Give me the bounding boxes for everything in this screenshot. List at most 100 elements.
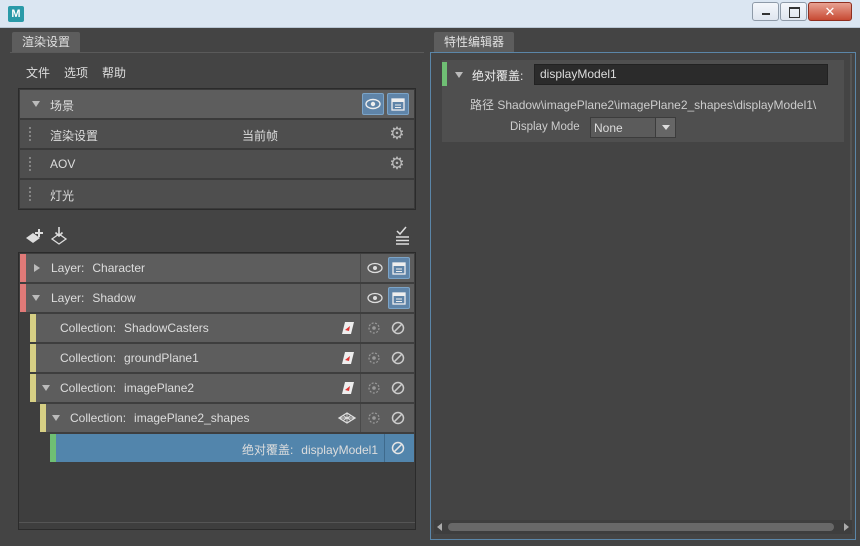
tree-row-collection-shadowcasters[interactable]: Collection: ShadowCasters bbox=[30, 314, 414, 342]
enable-toggle-icon[interactable] bbox=[387, 317, 409, 339]
lights-row[interactable]: 灯光 bbox=[20, 180, 414, 208]
menu-file[interactable]: 文件 bbox=[26, 64, 50, 81]
render-settings-label: 渲染设置 bbox=[50, 129, 99, 143]
horizontal-scrollbar[interactable] bbox=[434, 520, 852, 534]
collection-color-bar bbox=[30, 344, 36, 372]
menu-options[interactable]: 选项 bbox=[64, 64, 88, 81]
collapse-arrow-icon[interactable] bbox=[32, 295, 40, 301]
enable-toggle-icon[interactable] bbox=[387, 377, 409, 399]
separator bbox=[360, 314, 361, 342]
render-settings-row[interactable]: 渲染设置 当前帧 ⚙ bbox=[20, 120, 414, 148]
current-frame-label: 当前帧 bbox=[242, 129, 279, 143]
menu-bar: 文件 选项 帮助 bbox=[26, 64, 126, 81]
scene-label: 场景 bbox=[50, 99, 75, 113]
override-color-bar bbox=[50, 434, 56, 462]
collapse-arrow-icon[interactable] bbox=[455, 72, 463, 78]
tree-label: Collection: imagePlane2 bbox=[60, 381, 195, 395]
path-label: 路径 bbox=[470, 98, 495, 112]
scroll-left-icon[interactable] bbox=[437, 523, 442, 531]
tab-render-setup[interactable]: 渲染设置 bbox=[12, 32, 81, 52]
enable-toggle-icon[interactable] bbox=[387, 347, 409, 369]
scene-row[interactable]: 场景 bbox=[20, 90, 414, 118]
render-setup-panel: 渲染设置 文件 选项 帮助 场景 渲染设置 当前帧 ⚙ AOV ⚙ 灯光 Lay… bbox=[10, 30, 424, 538]
collection-color-bar bbox=[30, 314, 36, 342]
render-layer-tree: Layer: Character Layer: Shadow Collectio… bbox=[18, 252, 416, 530]
tree-row-layer-character[interactable]: Layer: Character bbox=[20, 254, 414, 282]
visibility-eye-icon[interactable] bbox=[364, 257, 386, 279]
drag-grip-icon[interactable] bbox=[28, 156, 32, 172]
scrollbar-thumb[interactable] bbox=[448, 523, 834, 531]
display-mode-value: None bbox=[594, 121, 623, 135]
layer-color-bar bbox=[20, 254, 26, 282]
visibility-eye-icon[interactable] bbox=[364, 287, 386, 309]
isolate-select-icon[interactable] bbox=[363, 407, 385, 429]
override-name-field[interactable]: displayModel1 bbox=[534, 64, 828, 85]
renderable-clapper-icon[interactable] bbox=[387, 93, 409, 115]
tree-label: Collection: ShadowCasters bbox=[60, 321, 209, 335]
vertical-scrollbar[interactable] bbox=[850, 54, 852, 520]
close-button[interactable]: ✕ bbox=[808, 2, 852, 21]
expand-arrow-icon[interactable] bbox=[32, 101, 40, 107]
isolate-select-icon[interactable] bbox=[363, 347, 385, 369]
title-bar: M ✕ bbox=[0, 0, 860, 28]
close-icon: ✕ bbox=[824, 4, 836, 19]
maximize-button[interactable] bbox=[780, 2, 807, 21]
isolate-select-icon[interactable] bbox=[363, 317, 385, 339]
tree-row-layer-shadow[interactable]: Layer: Shadow bbox=[20, 284, 414, 312]
scroll-right-icon[interactable] bbox=[844, 523, 849, 531]
selector-filter-icon[interactable] bbox=[336, 317, 358, 339]
path-value: Shadow\imagePlane2\imagePlane2_shapes\di… bbox=[497, 98, 817, 112]
tab-divider bbox=[10, 52, 424, 53]
lights-label: 灯光 bbox=[50, 189, 75, 203]
drag-grip-icon[interactable] bbox=[28, 186, 32, 202]
override-label: 绝对覆盖: bbox=[472, 69, 524, 83]
maya-logo-icon: M bbox=[8, 6, 24, 22]
shapes-filter-icon[interactable] bbox=[336, 407, 358, 429]
tree-row-collection-imageplane2[interactable]: Collection: imagePlane2 bbox=[30, 374, 414, 402]
override-color-bar bbox=[442, 62, 447, 86]
gear-icon[interactable]: ⚙ bbox=[386, 123, 408, 145]
display-mode-label: Display Mode bbox=[510, 121, 580, 133]
tree-bottom-divider bbox=[19, 522, 415, 523]
drag-grip-icon[interactable] bbox=[28, 126, 32, 142]
isolate-select-icon[interactable] bbox=[363, 377, 385, 399]
collapse-arrow-icon[interactable] bbox=[42, 385, 50, 391]
tree-label: Collection: imagePlane2_shapes bbox=[70, 411, 250, 425]
tab-divider bbox=[432, 52, 854, 53]
tab-attribute-editor[interactable]: 特性编辑器 bbox=[434, 32, 515, 52]
separator bbox=[384, 434, 385, 462]
display-mode-select[interactable]: None bbox=[590, 117, 676, 138]
enable-toggle-icon[interactable] bbox=[387, 407, 409, 429]
tree-label: Layer: Shadow bbox=[51, 291, 136, 305]
renderable-clapper-icon[interactable] bbox=[388, 287, 410, 309]
minimize-button[interactable] bbox=[752, 2, 779, 21]
tree-row-override-displaymodel1[interactable]: 绝对覆盖: displayModel1 bbox=[50, 434, 414, 462]
collapse-arrow-icon[interactable] bbox=[52, 415, 60, 421]
tree-row-collection-imageplane2-shapes[interactable]: Collection: imagePlane2_shapes bbox=[40, 404, 414, 432]
gear-icon[interactable]: ⚙ bbox=[386, 153, 408, 175]
override-attributes: 绝对覆盖: displayModel1 路径 Shadow\imagePlane… bbox=[442, 60, 844, 142]
selector-filter-icon[interactable] bbox=[336, 347, 358, 369]
expand-arrow-icon[interactable] bbox=[34, 264, 40, 272]
aov-row[interactable]: AOV ⚙ bbox=[20, 150, 414, 178]
visibility-eye-icon[interactable] bbox=[362, 93, 384, 115]
import-layer-icon[interactable] bbox=[50, 226, 70, 250]
aov-label: AOV bbox=[50, 157, 76, 171]
selector-filter-icon[interactable] bbox=[336, 377, 358, 399]
chevron-down-icon[interactable] bbox=[655, 118, 675, 137]
separator bbox=[360, 404, 361, 432]
path-line: 路径 Shadow\imagePlane2\imagePlane2_shapes… bbox=[470, 96, 844, 113]
check-list-icon[interactable] bbox=[394, 226, 412, 250]
separator bbox=[360, 374, 361, 402]
separator bbox=[360, 284, 361, 312]
create-layer-icon[interactable] bbox=[24, 226, 46, 250]
tree-label: Layer: Character bbox=[51, 261, 146, 275]
enable-toggle-icon[interactable] bbox=[387, 437, 409, 459]
tree-row-collection-groundplane1[interactable]: Collection: groundPlane1 bbox=[30, 344, 414, 372]
renderable-clapper-icon[interactable] bbox=[388, 257, 410, 279]
separator bbox=[360, 254, 361, 282]
menu-help[interactable]: 帮助 bbox=[102, 64, 126, 81]
tree-label: Collection: groundPlane1 bbox=[60, 351, 199, 365]
separator bbox=[360, 344, 361, 372]
collection-color-bar bbox=[30, 374, 36, 402]
